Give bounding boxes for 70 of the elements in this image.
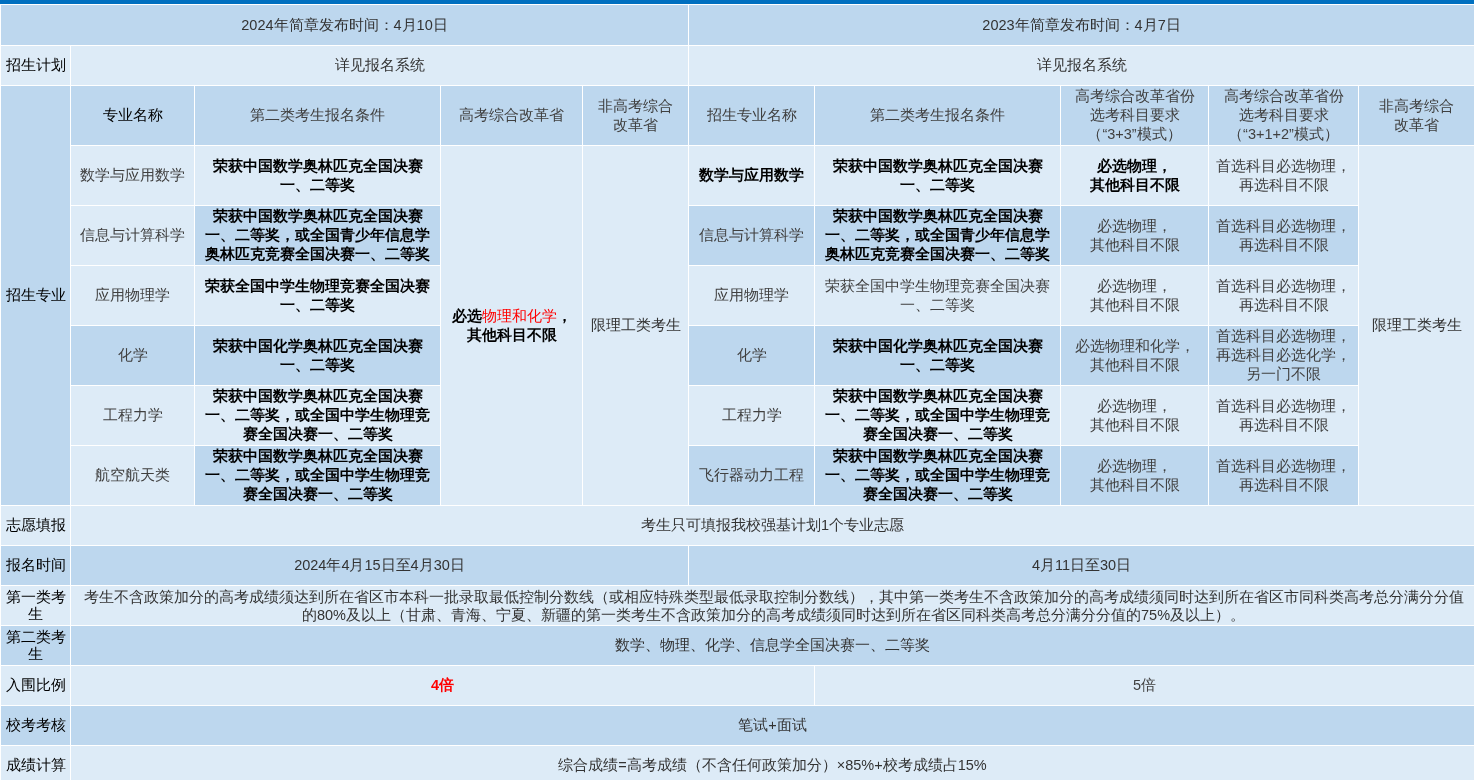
- row-header: 成绩计算: [0, 745, 71, 780]
- row-header: 招生专业: [0, 85, 71, 506]
- column-header: 第二类考生报名条件: [814, 85, 1061, 146]
- row-header: 入围比例: [0, 665, 71, 706]
- section-title: 2023年简章发布时间：4月7日: [688, 4, 1474, 46]
- table-cell: 必选物理和化学， 其他科目不限: [1060, 325, 1209, 386]
- row-header: 志愿填报: [0, 505, 71, 546]
- column-header: 非高考综合 改革省: [1358, 85, 1474, 146]
- table-cell: 荣获中国化学奥林匹克全国决赛一、二等奖: [814, 325, 1061, 386]
- table-cell: 荣获全国中学生物理竞赛全国决赛一、二等奖: [814, 265, 1061, 326]
- row-header: 第二类考生: [0, 625, 71, 666]
- table-cell: 荣获中国数学奥林匹克全国决赛一、二等奖，或全国中学生物理竞赛全国决赛一、二等奖: [814, 385, 1061, 446]
- section-title: 2024年简章发布时间：4月10日: [0, 4, 689, 46]
- row-header: 第一类考生: [0, 585, 71, 626]
- table-cell: 信息与计算科学: [70, 205, 195, 266]
- table-cell: 应用物理学: [688, 265, 815, 326]
- column-header: 招生专业名称: [688, 85, 815, 146]
- table-cell: 详见报名系统: [70, 45, 689, 86]
- column-header: 第二类考生报名条件: [194, 85, 441, 146]
- table-cell: 首选科目必选物理， 再选科目必选化学， 另一门不限: [1208, 325, 1359, 386]
- table-cell: 荣获中国数学奥林匹克全国决赛一、二等奖: [814, 145, 1061, 206]
- table-cell: 应用物理学: [70, 265, 195, 326]
- row-header: 校考考核: [0, 705, 71, 746]
- table-cell: 荣获中国数学奥林匹克全国决赛一、二等奖，或全国青少年信息学奥林匹克竞赛全国决赛一、二等奖: [814, 205, 1061, 266]
- table-cell: 荣获全国中学生物理竞赛全国决赛一、二等奖: [194, 265, 441, 326]
- table-cell: 化学: [688, 325, 815, 386]
- table-cell: 首选科目必选物理， 再选科目不限: [1208, 205, 1359, 266]
- table-cell: 5倍: [814, 665, 1474, 706]
- table-cell: 数学与应用数学: [70, 145, 195, 206]
- table-cell: 必选物理， 其他科目不限: [1060, 445, 1209, 506]
- table-cell: 工程力学: [688, 385, 815, 446]
- table-cell: 笔试+面试: [70, 705, 1474, 746]
- row-header: 报名时间: [0, 545, 71, 586]
- table-cell: 首选科目必选物理， 再选科目不限: [1208, 445, 1359, 506]
- table-cell: 荣获中国数学奥林匹克全国决赛一、二等奖，或全国中学生物理竞赛全国决赛一、二等奖: [194, 445, 441, 506]
- column-header: 高考综合改革省: [440, 85, 583, 146]
- table-cell: 数学与应用数学: [688, 145, 815, 206]
- table-cell: 考生不含政策加分的高考成绩须达到所在省区市本科一批录取最低控制分数线（或相应特殊类型最低录取控制分数线），其中第一类考生不含政策加分的高考成绩须同时达到所在省区市同科类高考总分满分分值的80%及以上（甘肃、青海、宁夏、新疆的第一类考生不含政策加分的高考成绩须同时达到所在省区同科类高考总分满分分值的75%及以上）。: [70, 585, 1474, 626]
- table-cell: 航空航天类: [70, 445, 195, 506]
- table-cell: 综合成绩=高考成绩（不含任何政策加分）×85%+校考成绩占15%: [70, 745, 1474, 780]
- table-cell: 荣获中国数学奥林匹克全国决赛一、二等奖: [194, 145, 441, 206]
- table-cell: 化学: [70, 325, 195, 386]
- table-cell: 荣获中国数学奥林匹克全国决赛一、二等奖，或全国中学生物理竞赛全国决赛一、二等奖: [194, 385, 441, 446]
- table-cell: 详见报名系统: [688, 45, 1474, 86]
- table-cell: 4月11日至30日: [688, 545, 1474, 586]
- table-cell: 限理工类考生: [1358, 145, 1474, 506]
- table-cell: 必选物理， 其他科目不限: [1060, 205, 1209, 266]
- table-cell: 必选物理， 其他科目不限: [1060, 385, 1209, 446]
- column-header: 非高考综合 改革省: [582, 85, 689, 146]
- table-cell: 首选科目必选物理， 再选科目不限: [1208, 145, 1359, 206]
- table-cell: 4倍: [70, 665, 815, 706]
- row-header: 招生计划: [0, 45, 71, 86]
- table-cell: 荣获中国数学奥林匹克全国决赛一、二等奖，或全国青少年信息学奥林匹克竞赛全国决赛一、二等奖: [194, 205, 441, 266]
- table-cell: 2024年4月15日至4月30日: [70, 545, 689, 586]
- table-cell: 考生只可填报我校强基计划1个专业志愿: [70, 505, 1474, 546]
- column-header: 高考综合改革省份 选考科目要求 （“3+1+2”模式）: [1208, 85, 1359, 146]
- table-cell: 信息与计算科学: [688, 205, 815, 266]
- table-cell: 数学、物理、化学、信息学全国决赛一、二等奖: [70, 625, 1474, 666]
- table-cell: 必选物理， 其他科目不限: [1060, 145, 1209, 206]
- table-cell: 首选科目必选物理， 再选科目不限: [1208, 265, 1359, 326]
- table-cell: 首选科目必选物理， 再选科目不限: [1208, 385, 1359, 446]
- column-header: 高考综合改革省份 选考科目要求 （“3+3”模式）: [1060, 85, 1209, 146]
- table-cell: 荣获中国化学奥林匹克全国决赛一、二等奖: [194, 325, 441, 386]
- table-cell: 必选物理， 其他科目不限: [1060, 265, 1209, 326]
- table-cell: 工程力学: [70, 385, 195, 446]
- table-cell: 限理工类考生: [582, 145, 689, 506]
- table-cell: 荣获中国数学奥林匹克全国决赛一、二等奖，或全国中学生物理竞赛全国决赛一、二等奖: [814, 445, 1061, 506]
- table-cell: 飞行器动力工程: [688, 445, 815, 506]
- table-cell: 必选物理和化学， 其他科目不限: [440, 145, 583, 506]
- column-header: 专业名称: [70, 85, 195, 146]
